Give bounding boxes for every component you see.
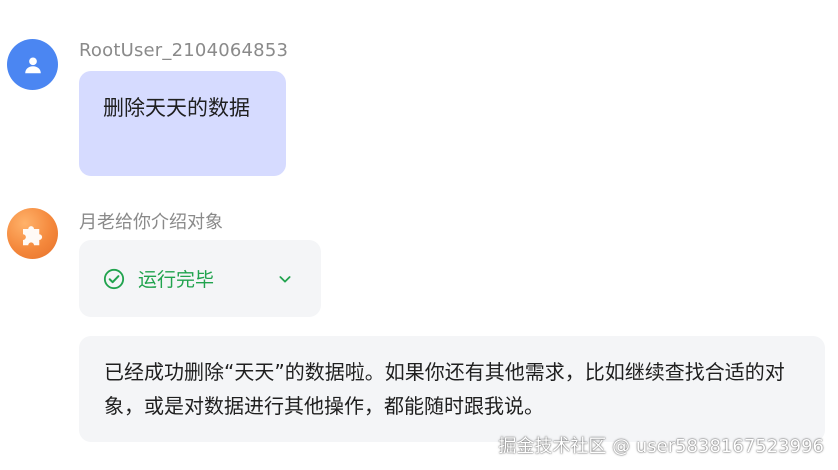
tool-status-label: 运行完毕	[138, 269, 215, 291]
bot-avatar	[7, 208, 58, 259]
watermark: 掘金技术社区 @ user5838167523996	[498, 436, 824, 457]
check-circle-icon	[103, 268, 125, 289]
chevron-down-icon[interactable]	[277, 271, 293, 287]
bot-sender-name: 月老给你介绍对象	[79, 212, 223, 233]
user-avatar	[7, 39, 58, 90]
bot-message-bubble: 已经成功删除“天天”的数据啦。如果你还有其他需求，比如继续查找合适的对象，或是对…	[79, 336, 825, 442]
user-icon	[24, 56, 41, 73]
puzzle-icon	[22, 225, 42, 245]
tool-status-card[interactable]: 运行完毕	[79, 240, 321, 317]
user-sender-name: RootUser_2104064853	[79, 40, 289, 61]
user-message-bubble: 删除天天的数据	[79, 71, 286, 176]
